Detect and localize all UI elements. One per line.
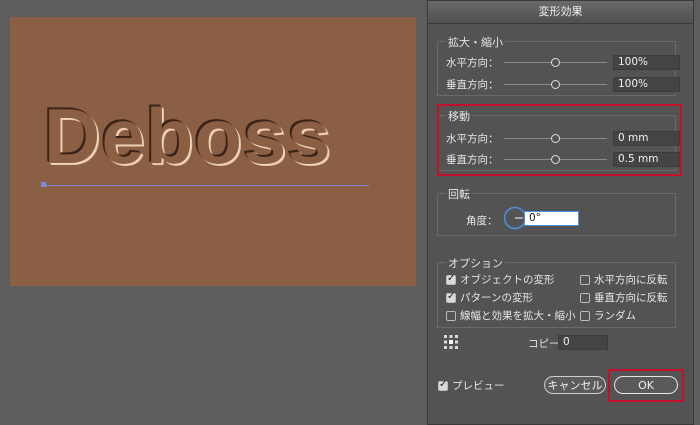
ok-highlight-box bbox=[608, 369, 684, 402]
reflect-y-option[interactable]: 垂直方向に反転 bbox=[580, 290, 668, 305]
random-checkbox[interactable] bbox=[580, 311, 590, 321]
options-group-title: オプション bbox=[446, 255, 505, 271]
preview-checkbox[interactable] bbox=[438, 379, 448, 391]
scale-vertical-label: 垂直方向： bbox=[446, 78, 499, 91]
move-highlight-box bbox=[437, 104, 682, 176]
slider-knob[interactable] bbox=[551, 80, 560, 89]
rotate-group-title: 回転 bbox=[446, 186, 472, 202]
options-group: オプション オブジェクトの変形 パターンの変形 線幅と効果を拡大・縮小 水平方向… bbox=[437, 255, 676, 328]
scale-horizontal-slider[interactable] bbox=[504, 58, 607, 67]
scale-group-title: 拡大・縮小 bbox=[446, 34, 505, 50]
transform-objects-option[interactable]: オブジェクトの変形 bbox=[446, 272, 555, 287]
reference-point-icon[interactable] bbox=[444, 335, 458, 349]
reflect-y-checkbox[interactable] bbox=[580, 293, 590, 303]
copies-label: コピー bbox=[528, 338, 560, 350]
transform-effect-dialog: 変形効果 拡大・縮小 水平方向： 100% 垂直方向： 100% 移動 水平方向… bbox=[427, 0, 694, 425]
scale-group: 拡大・縮小 水平方向： 100% 垂直方向： 100% bbox=[437, 34, 680, 96]
copies-field[interactable]: 0 bbox=[558, 335, 608, 350]
scale-horizontal-label: 水平方向： bbox=[446, 56, 499, 69]
cancel-button[interactable]: キャンセル bbox=[544, 376, 606, 394]
scale-horizontal-field[interactable]: 100% bbox=[613, 54, 680, 70]
text-anchor-point[interactable] bbox=[41, 182, 46, 187]
transform-patterns-option[interactable]: パターンの変形 bbox=[446, 290, 533, 305]
transform-objects-checkbox[interactable] bbox=[446, 273, 456, 285]
preview-option[interactable]: プレビュー bbox=[438, 378, 505, 393]
reflect-x-option[interactable]: 水平方向に反転 bbox=[580, 272, 668, 287]
random-option[interactable]: ランダム bbox=[580, 308, 636, 323]
text-baseline bbox=[44, 185, 369, 186]
slider-knob[interactable] bbox=[551, 58, 560, 67]
deboss-text[interactable]: Deboss bbox=[44, 97, 332, 175]
angle-field[interactable]: 0° bbox=[524, 211, 579, 226]
dialog-title: 変形効果 bbox=[428, 1, 693, 24]
rotate-group: 回転 角度： 0° bbox=[437, 186, 676, 236]
scale-vertical-slider[interactable] bbox=[504, 80, 607, 89]
reflect-x-checkbox[interactable] bbox=[580, 275, 590, 285]
preview-label: プレビュー bbox=[452, 380, 505, 392]
scale-strokes-option[interactable]: 線幅と効果を拡大・縮小 bbox=[446, 308, 576, 323]
scale-vertical-field[interactable]: 100% bbox=[613, 76, 680, 92]
transform-patterns-checkbox[interactable] bbox=[446, 291, 456, 303]
scale-strokes-checkbox[interactable] bbox=[446, 311, 456, 321]
angle-label: 角度： bbox=[466, 215, 498, 227]
